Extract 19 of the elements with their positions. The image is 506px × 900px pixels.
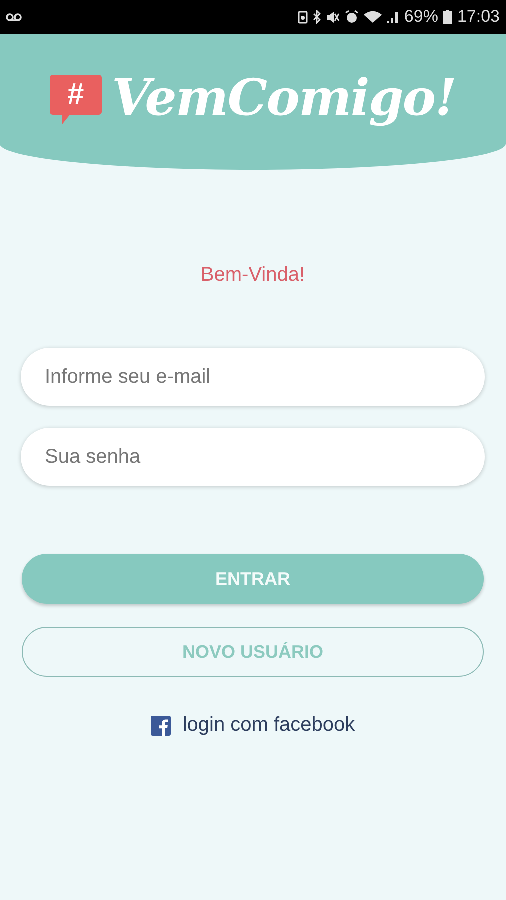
password-field[interactable]: Sua senha xyxy=(21,428,485,486)
register-button[interactable]: NOVO USUÁRIO xyxy=(22,627,484,677)
login-button[interactable]: ENTRAR xyxy=(22,554,484,604)
app-logo: VemComigo! xyxy=(112,68,456,126)
clock-time: 17:03 xyxy=(457,7,500,27)
signal-icon xyxy=(387,10,400,24)
facebook-icon xyxy=(150,716,171,736)
wifi-icon xyxy=(364,10,382,24)
voicemail-icon xyxy=(6,12,22,22)
facebook-login-link[interactable]: login com facebook xyxy=(182,714,356,737)
logo-badge: # xyxy=(50,75,102,125)
mute-icon xyxy=(326,10,340,24)
battery-percent: 69% xyxy=(404,7,438,27)
greeting-text: Bem-Vinda! xyxy=(200,264,306,287)
battery-icon xyxy=(443,10,452,24)
email-field[interactable]: Informe seu e-mail xyxy=(21,348,485,406)
notification-icon xyxy=(298,10,308,24)
alarm-icon xyxy=(345,10,360,24)
bluetooth-icon xyxy=(313,10,322,24)
